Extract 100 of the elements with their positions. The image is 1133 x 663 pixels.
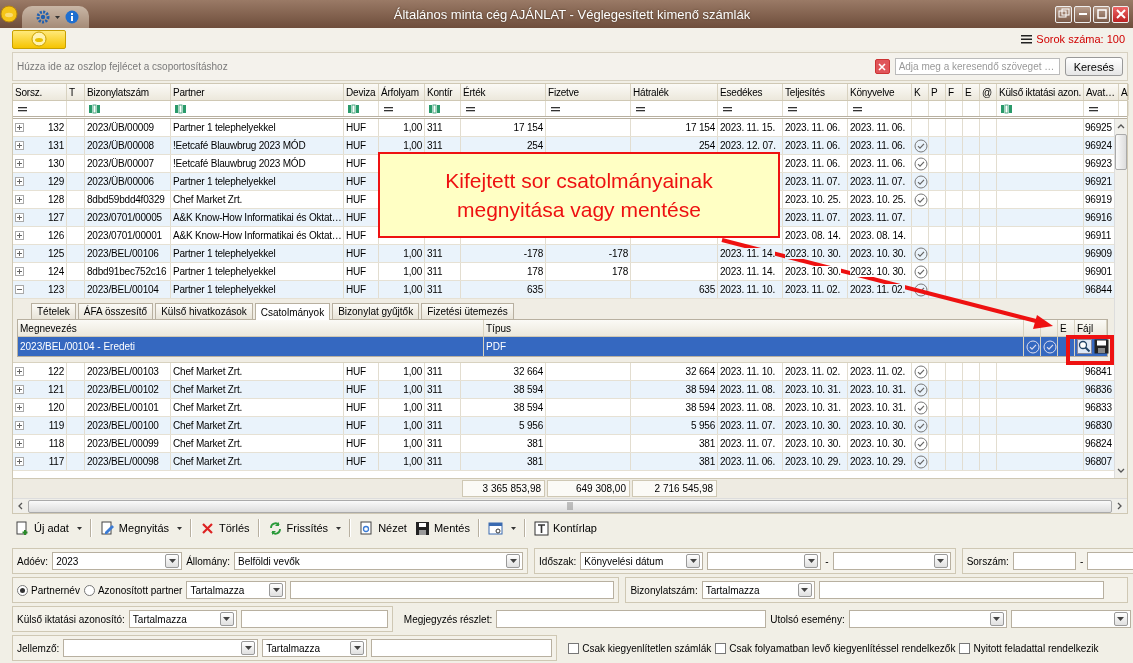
search-button[interactable]: Keresés [1064, 57, 1123, 76]
column-header[interactable]: Kontír [427, 86, 453, 98]
dropdown-field[interactable] [707, 552, 822, 570]
expand-toggle-icon[interactable] [15, 403, 24, 412]
expand-toggle-icon[interactable] [15, 457, 24, 466]
column-header[interactable]: Külső iktatási azon. [999, 86, 1082, 98]
dropdown-field[interactable] [1010, 610, 1131, 628]
dropdown-arrow-button[interactable] [1113, 612, 1128, 626]
expand-toggle-icon[interactable] [15, 213, 24, 222]
expand-toggle-icon[interactable] [15, 367, 24, 376]
column-header[interactable]: Hátralék [633, 86, 669, 98]
text-filter-icon[interactable] [89, 103, 100, 114]
column-header[interactable]: K [914, 86, 921, 98]
radio-button[interactable] [83, 584, 95, 596]
column-header[interactable]: Esedékes [720, 86, 763, 98]
tab[interactable]: Külső hivatkozások [155, 303, 253, 319]
dropdown-arrow-button[interactable] [269, 583, 284, 597]
toolbar-button[interactable]: Megnyitás [96, 517, 172, 539]
app-logo-icon[interactable] [0, 5, 18, 23]
checkbox[interactable] [959, 642, 971, 654]
checkbox[interactable] [568, 642, 580, 654]
tab[interactable]: Csatolmányok [254, 303, 331, 320]
tab[interactable]: Bizonylat gyűjtők [332, 303, 420, 319]
dropdown-arrow-button[interactable] [241, 641, 256, 655]
expand-toggle-icon[interactable] [15, 195, 24, 204]
minimize-button[interactable] [1074, 5, 1091, 23]
text-filter-icon[interactable] [1001, 103, 1012, 114]
column-header[interactable]: F [948, 86, 954, 98]
text-filter-icon[interactable] [429, 103, 440, 114]
info-icon[interactable] [65, 10, 79, 24]
column-header[interactable]: Könyvelve [850, 86, 895, 98]
dropdown-arrow-button[interactable] [219, 612, 234, 626]
text-filter-icon[interactable] [348, 103, 359, 114]
toolbar-button[interactable]: Törlés [197, 517, 253, 539]
input-field[interactable] [818, 581, 1104, 599]
dropdown-field[interactable]: Könyvelési dátum [580, 552, 704, 570]
checkbox[interactable] [715, 642, 727, 654]
radio-label[interactable]: Partnernév [31, 584, 80, 596]
maximize-button[interactable] [1093, 5, 1110, 23]
expand-toggle-icon[interactable] [15, 231, 24, 240]
column-header[interactable]: Bizonylatszám [87, 86, 149, 98]
column-header[interactable]: @ [982, 86, 992, 98]
toolbar-button[interactable]: Nézet [356, 517, 410, 539]
dropdown-field[interactable]: Tartalmazza [701, 581, 815, 599]
dropdown-arrow-button[interactable] [506, 554, 521, 568]
column-header[interactable]: Megnevezés [20, 322, 77, 334]
expand-toggle-icon[interactable] [15, 249, 24, 258]
column-header[interactable]: T [69, 86, 75, 98]
column-header[interactable]: E [1060, 322, 1067, 334]
column-header[interactable]: Érték [463, 86, 486, 98]
dropdown-field[interactable]: Belföldi vevők [234, 552, 524, 570]
expand-toggle-icon[interactable] [15, 159, 24, 168]
dropdown-field[interactable] [832, 552, 951, 570]
column-header[interactable]: Sorsz. [15, 86, 43, 98]
toolbar-button[interactable]: Új adat [12, 517, 72, 539]
radio-label[interactable]: Azonosított partner [97, 584, 183, 596]
restore-button[interactable] [1055, 5, 1072, 23]
checkbox-label[interactable]: Csak folyamatban levő kiegyenlítéssel rendelkezők [729, 642, 956, 654]
dropdown-field[interactable] [848, 610, 1007, 628]
column-header[interactable]: Avat… [1086, 86, 1115, 98]
dropdown-field[interactable]: 2023 [52, 552, 183, 570]
column-header[interactable]: Partner [173, 86, 205, 98]
text-filter-icon[interactable] [175, 103, 186, 114]
column-header[interactable]: Árfolyam [381, 86, 419, 98]
toolbar-button[interactable]: Frissítés [264, 517, 332, 539]
dropdown-arrow-button[interactable] [350, 641, 365, 655]
dropdown-arrow-button[interactable] [989, 612, 1004, 626]
expand-toggle-icon[interactable] [15, 285, 24, 294]
clear-search-button[interactable] [874, 59, 890, 74]
dropdown-field[interactable]: Tartalmazza [128, 610, 237, 628]
dropdown-arrow-button[interactable] [165, 554, 180, 568]
close-button[interactable] [1112, 5, 1129, 23]
dropdown-arrow-button[interactable] [933, 554, 948, 568]
input-field[interactable] [290, 581, 615, 599]
expand-toggle-icon[interactable] [15, 439, 24, 448]
column-header[interactable]: Teljesítés [785, 86, 825, 98]
dropdown-field[interactable]: Tartalmazza [186, 581, 287, 599]
input-field[interactable] [371, 639, 553, 657]
column-header[interactable]: P [931, 86, 938, 98]
tab[interactable]: Fizetési ütemezés [421, 303, 514, 319]
checkbox-label[interactable]: Nyitott feladattal rendelkezik [973, 642, 1099, 654]
column-header[interactable]: Deviza [346, 86, 376, 98]
expand-toggle-icon[interactable] [15, 385, 24, 394]
expand-toggle-icon[interactable] [15, 177, 24, 186]
input-field[interactable] [496, 610, 767, 628]
column-header[interactable]: E [965, 86, 972, 98]
save-icon[interactable] [1094, 339, 1109, 354]
dropdown-field[interactable]: Tartalmazza [262, 639, 368, 657]
column-header[interactable]: Típus [486, 322, 511, 334]
tab[interactable]: ÁFA összesítő [77, 303, 154, 319]
radio-button[interactable] [17, 584, 28, 596]
search-field[interactable]: Adja meg a keresendő szöveget … [894, 58, 1060, 75]
column-header[interactable]: A [1121, 86, 1128, 98]
checkbox-label[interactable]: Csak kiegyenlítetlen számlák [582, 642, 712, 654]
input-field[interactable] [1087, 552, 1133, 570]
expand-toggle-icon[interactable] [15, 267, 24, 276]
dropdown-arrow-button[interactable] [804, 554, 819, 568]
column-header[interactable]: Fizetve [548, 86, 579, 98]
dropdown-arrow-button[interactable] [686, 554, 701, 568]
column-header[interactable]: Fájl [1077, 322, 1094, 334]
